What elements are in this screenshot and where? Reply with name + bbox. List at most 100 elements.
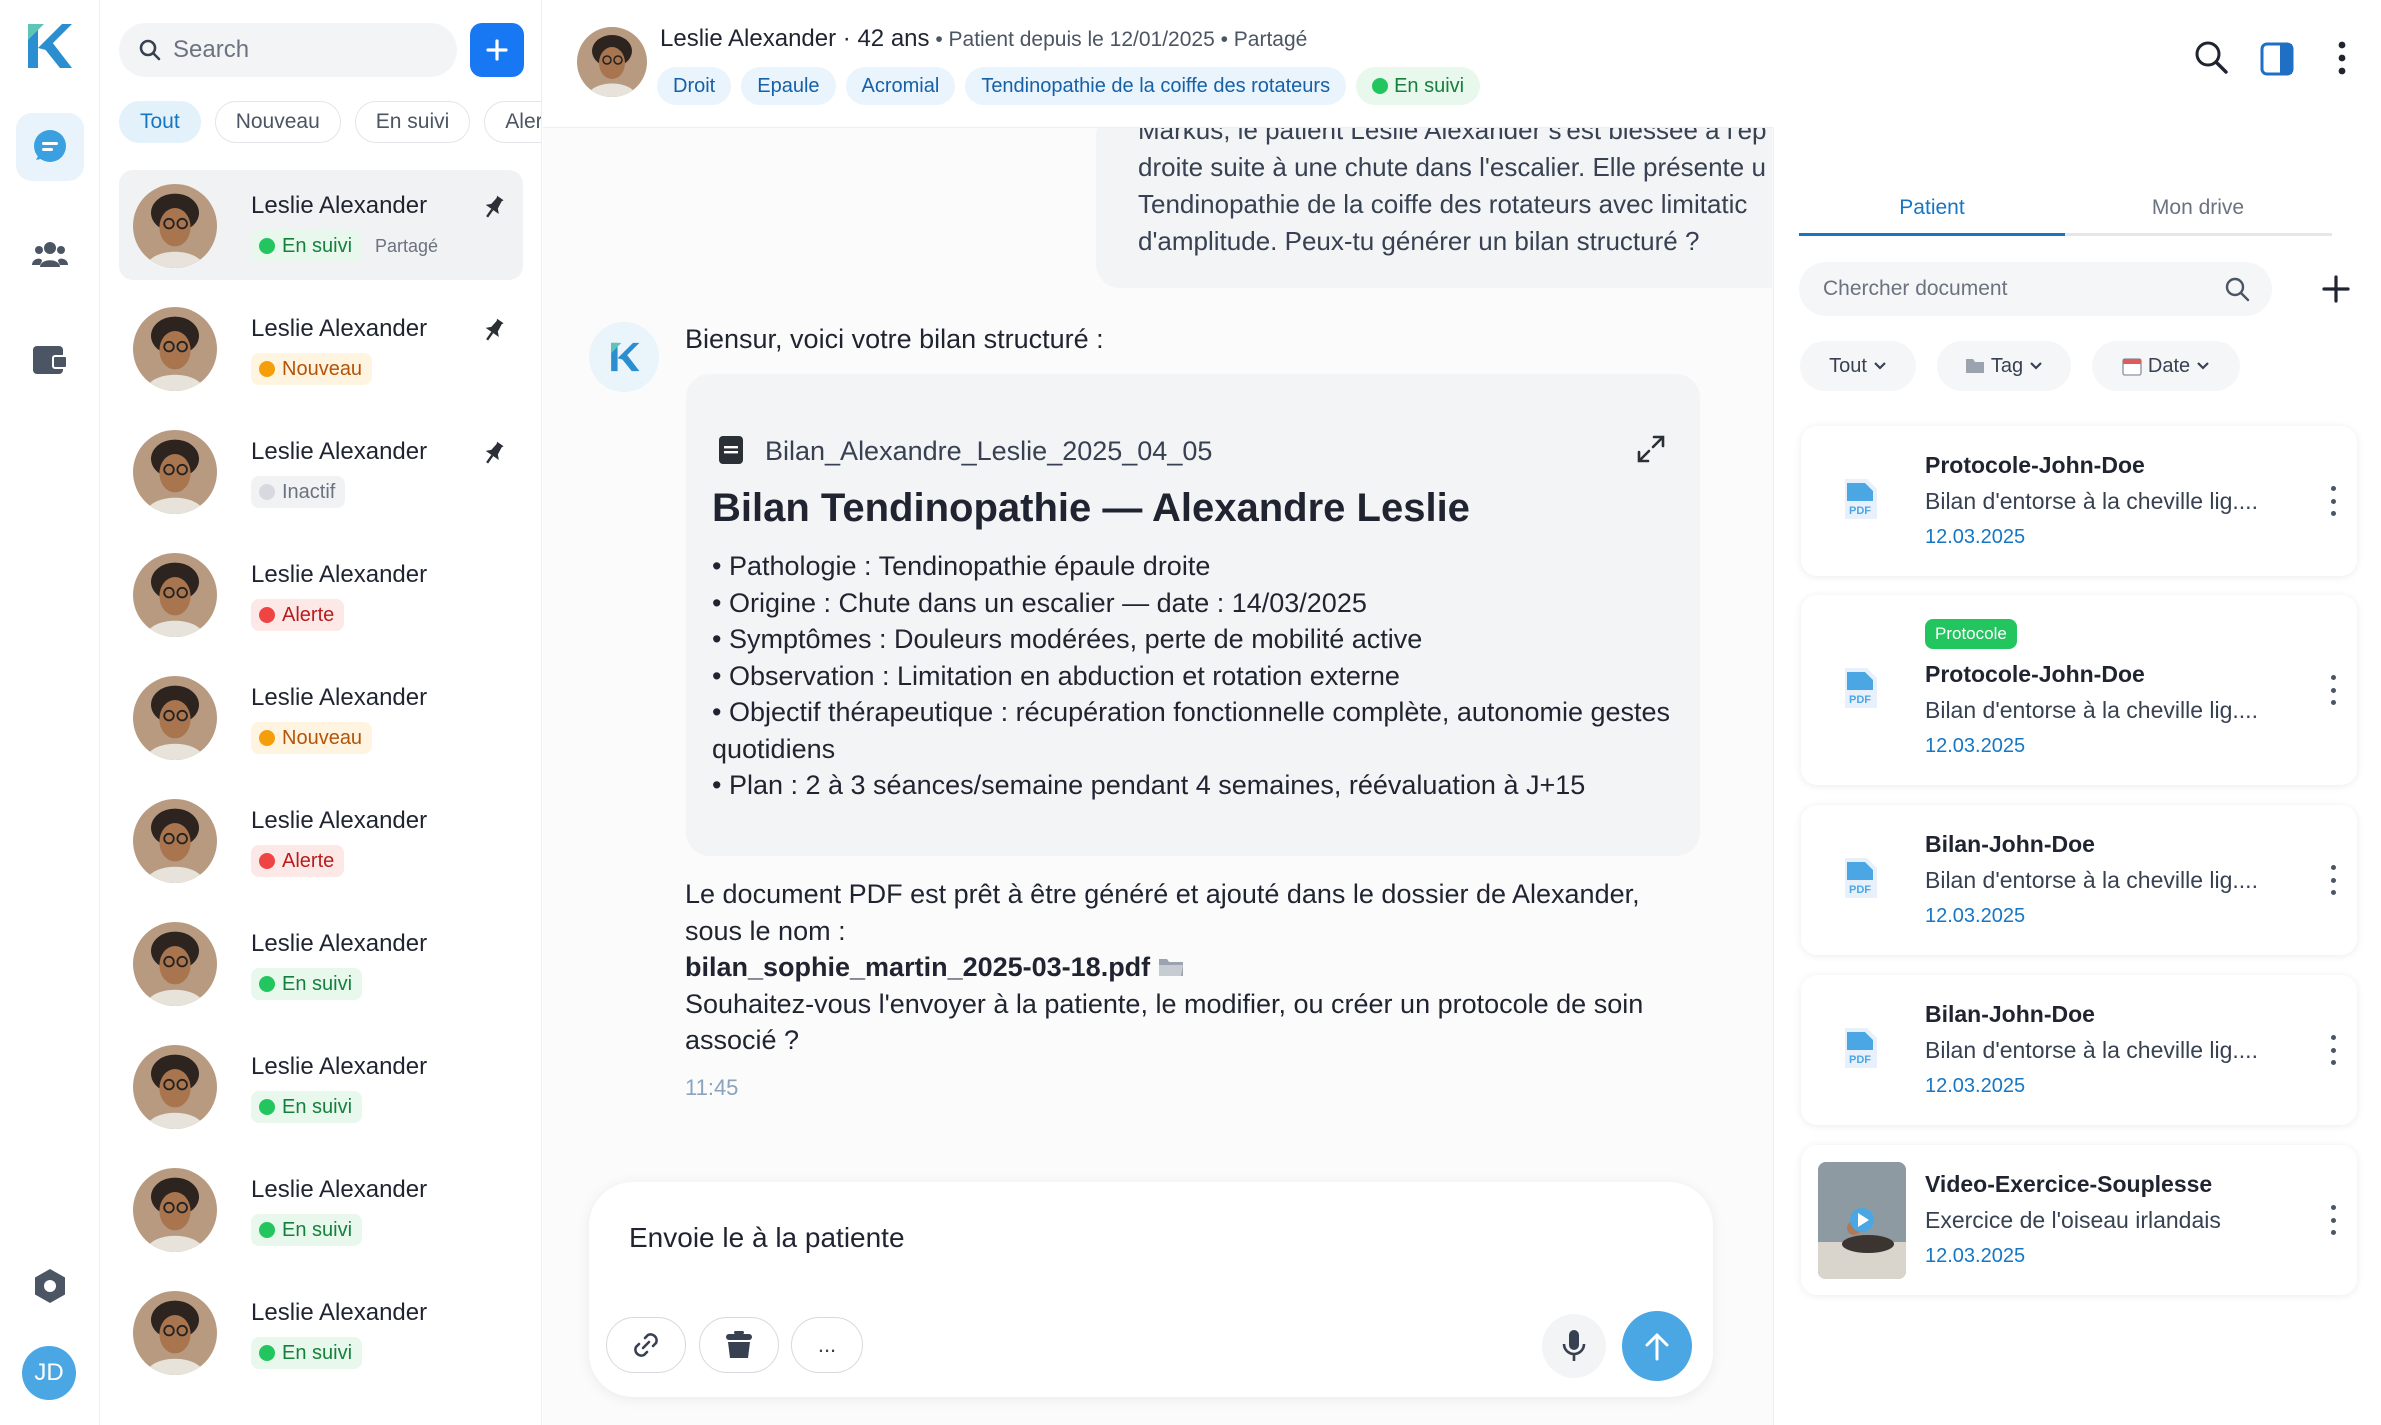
pdf-icon: PDF (1845, 479, 1877, 519)
user-avatar[interactable]: JD (22, 1346, 76, 1400)
filter-nouveau[interactable]: Nouveau (214, 101, 341, 143)
status-badge: En suivi (251, 968, 363, 1000)
previous-user-message: Markus, le patient Leslie Alexander s'es… (1096, 112, 1772, 288)
search-icon[interactable] (2194, 40, 2228, 74)
conversation-item[interactable]: Leslie Alexander Nouveau (119, 662, 523, 772)
storage-button[interactable] (699, 1317, 779, 1373)
status-badge: Alerte (251, 845, 345, 877)
patient-name-age: Leslie Alexander · 42 ans (660, 25, 930, 52)
status-badge: En suivi (251, 230, 363, 262)
nav-settings[interactable] (16, 1252, 84, 1320)
patient-avatar[interactable] (577, 27, 647, 97)
document-item[interactable]: Video-Exercice-Souplesse Exercice de l'oi… (1801, 1145, 2357, 1295)
status-label: En suivi (282, 234, 353, 257)
attach-link-button[interactable] (606, 1317, 686, 1373)
document-description: Exercice de l'oiseau irlandais (1925, 1207, 2221, 1233)
nav-documents[interactable] (16, 327, 84, 395)
nav-patients[interactable] (16, 220, 84, 288)
tag-side[interactable]: Droit (657, 67, 732, 105)
more-options-icon[interactable] (2329, 1035, 2337, 1065)
new-conversation-button[interactable] (470, 23, 524, 77)
more-actions-button[interactable]: ... (791, 1317, 863, 1373)
document-line: • Symptômes : Douleurs modérées, perte d… (712, 624, 1423, 654)
document-line: • Plan : 2 à 3 séances/semaine pendant 4… (712, 770, 1586, 800)
more-options-icon[interactable] (2329, 675, 2337, 705)
patient-tags: Droit Epaule Acromial Tendinopathie de l… (657, 67, 1481, 105)
patient-avatar (133, 1045, 217, 1129)
expand-icon[interactable] (1636, 434, 1666, 464)
document-item[interactable]: PDF Bilan-John-Doe Bilan d'entorse à la ch… (1801, 975, 2357, 1125)
patient-photo (133, 922, 217, 1006)
filter-alerte[interactable]: Alerte (484, 101, 541, 143)
document-date: 12.03.2025 (1925, 1245, 2026, 1267)
filter-all-label: Tout (1829, 354, 1867, 377)
more-options-icon[interactable] (2337, 40, 2347, 76)
side-panel-toggle-icon[interactable] (2260, 42, 2294, 76)
more-options-icon[interactable] (2329, 865, 2337, 895)
tab-patient[interactable]: Patient (1799, 196, 2065, 220)
status-badge: Nouveau (251, 353, 373, 385)
calendar-icon (2122, 358, 2142, 376)
patient-avatar (133, 553, 217, 637)
conversation-item[interactable]: Leslie Alexander En suivi (119, 908, 523, 1018)
conversation-item[interactable]: Leslie Alexander En suivi (119, 1031, 523, 1141)
message-input[interactable]: Envoie le à la patiente (629, 1222, 905, 1254)
conversation-item[interactable]: Leslie Alexander Alerte (119, 539, 523, 649)
status-label: En suivi (282, 972, 353, 995)
filter-tout[interactable]: Tout (119, 101, 201, 143)
status-dot (1372, 78, 1389, 94)
document-description: Bilan d'entorse à la cheville lig.... (1925, 488, 2258, 514)
microphone-button[interactable] (1542, 1314, 1606, 1378)
pin-icon[interactable] (481, 317, 507, 343)
tab-mon-drive[interactable]: Mon drive (2065, 196, 2331, 220)
document-title: Video-Exercice-Souplesse (1925, 1171, 2213, 1197)
status-dot (259, 607, 275, 623)
status-dot (259, 1099, 275, 1115)
send-button[interactable] (1622, 1311, 1692, 1381)
logo-icon[interactable] (22, 18, 74, 74)
tag-zone[interactable]: Acromial (845, 67, 956, 105)
nav-chat[interactable] (16, 113, 84, 181)
add-document-button[interactable] (2315, 268, 2357, 310)
filter-tag-dropdown[interactable]: Tag (1937, 341, 2071, 391)
tag-pathology[interactable]: Tendinopathie de la coiffe des rotateurs (965, 67, 1347, 105)
conversation-name: Leslie Alexander (251, 807, 428, 834)
patient-title: Leslie Alexander · 42 ans • Patient depu… (660, 25, 1307, 53)
status-badge: Inactif (251, 476, 346, 508)
plus-icon (2322, 275, 2350, 303)
filter-en-suivi[interactable]: En suivi (354, 101, 471, 143)
pin-icon[interactable] (481, 440, 507, 466)
pdf-icon: PDF (1845, 858, 1877, 898)
filter-all-dropdown[interactable]: Tout (1800, 341, 1916, 391)
status-badge[interactable]: En suivi (1356, 67, 1481, 105)
conversation-item[interactable]: Leslie Alexander En suivi (119, 1154, 523, 1264)
chevron-down-icon (2030, 362, 2042, 370)
filter-date-dropdown[interactable]: Date (2092, 341, 2240, 391)
document-search-input[interactable]: Chercher document (1799, 262, 2272, 316)
generated-file[interactable]: bilan_sophie_martin_2025-03-18.pdf (685, 949, 1645, 986)
conversation-item[interactable]: Leslie Alexander En suivi (119, 1277, 523, 1387)
patient-photo (133, 799, 217, 883)
search-input[interactable]: Search (119, 23, 457, 77)
pdf-label: PDF (1849, 884, 1871, 896)
pin-icon[interactable] (481, 194, 507, 220)
tag-region[interactable]: Epaule (741, 67, 836, 105)
conversation-item[interactable]: Leslie Alexander Nouveau (119, 293, 523, 403)
document-item[interactable]: PDF Bilan-John-Doe Bilan d'entorse à la ch… (1801, 805, 2357, 955)
patient-photo (133, 1291, 217, 1375)
conversation-item[interactable]: Leslie Alexander En suivi Partagé (119, 170, 523, 280)
more-options-icon[interactable] (2329, 1205, 2337, 1235)
conversation-name: Leslie Alexander (251, 930, 428, 957)
status-label: Alerte (282, 603, 335, 626)
conversation-item[interactable]: Leslie Alexander Alerte (119, 785, 523, 895)
conversation-item[interactable]: Leslie Alexander Inactif (119, 416, 523, 526)
document-date: 12.03.2025 (1925, 526, 2026, 548)
conversation-name: Leslie Alexander (251, 684, 428, 711)
document-item[interactable]: PDF Protocole Protocole-John-Doe Bilan d'en… (1801, 595, 2357, 785)
document-item[interactable]: PDF Protocole-John-Doe Bilan d'entorse à l… (1801, 426, 2357, 576)
document-title: Bilan-John-Doe (1925, 1001, 2095, 1027)
patient-avatar (133, 430, 217, 514)
video-thumbnail-image (1818, 1162, 1906, 1279)
assistant-avatar (589, 322, 659, 392)
more-options-icon[interactable] (2329, 486, 2337, 516)
